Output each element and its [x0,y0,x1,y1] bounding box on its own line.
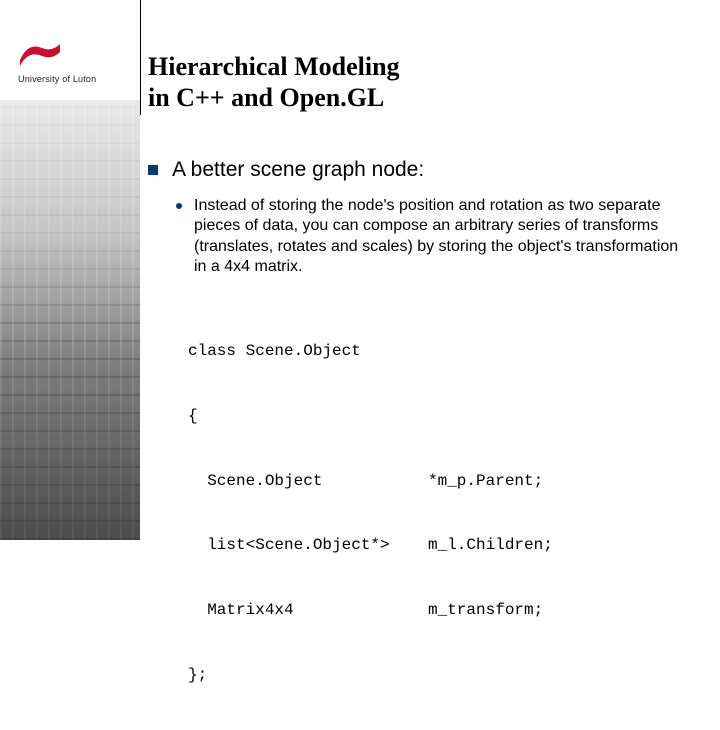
square-bullet-icon [148,165,158,175]
background-building-photo [0,100,140,540]
code-line: Matrix4x4 m_transform; [188,600,688,622]
bullet-level1: A better scene graph node: [148,158,688,182]
title-line2: in C++ and Open.GL [148,83,384,112]
title-line1: Hierarchical Modeling [148,52,400,81]
code-member: m_l.Children; [428,535,553,557]
logo-mark-icon [18,38,62,68]
bullet-level2: Instead of storing the node's position a… [176,196,688,278]
code-member: m_transform; [428,600,543,622]
slide-content: A better scene graph node: Instead of st… [148,158,688,730]
dot-bullet-icon [176,203,182,209]
code-block: class Scene.Object { Scene.Object *m_p.P… [188,298,688,730]
code-line: }; [188,665,688,687]
code-type: Scene.Object [188,471,428,493]
bullet1-text: A better scene graph node: [172,158,424,182]
university-logo: University of Luton [18,38,128,98]
code-member: *m_p.Parent; [428,471,543,493]
code-type: list<Scene.Object*> [188,535,428,557]
slide-title: Hierarchical Modeling in C++ and Open.GL [148,52,400,113]
logo-text: University of Luton [18,74,128,84]
code-line: class Scene.Object [188,341,688,363]
bullet2-text: Instead of storing the node's position a… [194,196,688,278]
code-line: { [188,406,688,428]
code-type: Matrix4x4 [188,600,428,622]
vertical-divider [140,0,141,115]
code-line: Scene.Object *m_p.Parent; [188,471,688,493]
code-line: list<Scene.Object*> m_l.Children; [188,535,688,557]
